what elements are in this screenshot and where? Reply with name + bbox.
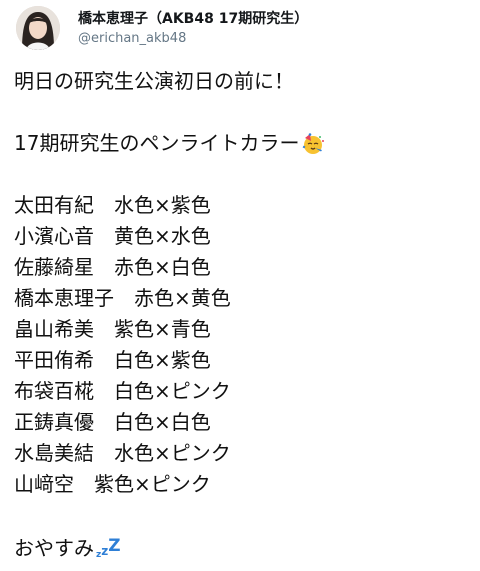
author-names: 橋本恵理子（AKB48 17期研究生） @erichan_akb48 bbox=[78, 10, 308, 47]
avatar-photo bbox=[16, 6, 60, 50]
penlight-colors: 白色×紫色 bbox=[114, 348, 211, 372]
member-spacer bbox=[94, 190, 114, 221]
member-spacer bbox=[94, 407, 114, 438]
member-name: 畠山希美 bbox=[14, 317, 94, 341]
member-name: 水島美結 bbox=[14, 441, 94, 465]
penlight-colors: 水色×紫色 bbox=[114, 193, 211, 217]
zzz-large: Z bbox=[108, 536, 121, 556]
member-spacer bbox=[94, 438, 114, 469]
member-row: 小濱心音 黄色×水色 bbox=[14, 221, 470, 252]
member-spacer bbox=[94, 345, 114, 376]
member-row: 正鋳真優 白色×白色 bbox=[14, 407, 470, 438]
penlight-colors: 紫色×ピンク bbox=[94, 472, 211, 496]
member-row: 布袋百椛 白色×ピンク bbox=[14, 376, 470, 407]
member-name: 橋本恵理子 bbox=[14, 286, 114, 310]
user-handle[interactable]: @erichan_akb48 bbox=[78, 30, 308, 47]
member-name: 小濱心音 bbox=[14, 224, 94, 248]
member-name: 平田侑希 bbox=[14, 348, 94, 372]
avatar[interactable] bbox=[16, 6, 60, 50]
member-spacer bbox=[114, 283, 134, 314]
member-name: 佐藤綺星 bbox=[14, 255, 94, 279]
penlight-colors: 水色×ピンク bbox=[114, 441, 231, 465]
tweet-line-intro: 明日の研究生公演初日の前に！ bbox=[14, 69, 294, 93]
member-name: 太田有紀 bbox=[14, 193, 94, 217]
penlight-colors: 紫色×青色 bbox=[114, 317, 211, 341]
tweet-text: 明日の研究生公演初日の前に！ 17期研究生のペンライトカラー 太田有紀 水色×紫… bbox=[14, 66, 470, 562]
penlight-colors: 赤色×黄色 bbox=[134, 286, 231, 310]
penlight-heading: 17期研究生のペンライトカラー bbox=[14, 131, 300, 155]
member-row: 平田侑希 白色×紫色 bbox=[14, 345, 470, 376]
member-list: 太田有紀 水色×紫色 小濱心音 黄色×水色 佐藤綺星 赤色×白色 橋本恵理子 赤色×黄… bbox=[14, 190, 470, 500]
member-row: 橋本恵理子 赤色×黄色 bbox=[14, 283, 470, 314]
penlight-colors: 白色×白色 bbox=[114, 410, 211, 434]
member-name: 山﨑空 bbox=[14, 472, 74, 496]
member-row: 山﨑空 紫色×ピンク bbox=[14, 469, 470, 500]
tweet-line-closing: おやすみ zzZ bbox=[14, 531, 470, 562]
penlight-colors: 黄色×水色 bbox=[114, 224, 211, 248]
member-row: 佐藤綺星 赤色×白色 bbox=[14, 252, 470, 283]
member-spacer bbox=[94, 376, 114, 407]
party-face-icon bbox=[301, 132, 325, 165]
member-name: 布袋百椛 bbox=[14, 379, 94, 403]
zzz-medium: z bbox=[101, 544, 109, 558]
member-row: 水島美結 水色×ピンク bbox=[14, 438, 470, 469]
sleeping-zzz-icon: zzZ bbox=[96, 531, 121, 571]
member-spacer bbox=[94, 252, 114, 283]
member-spacer bbox=[94, 221, 114, 252]
closing-text: おやすみ bbox=[14, 536, 94, 560]
member-row: 畠山希美 紫色×青色 bbox=[14, 314, 470, 345]
penlight-colors: 赤色×白色 bbox=[114, 255, 211, 279]
display-name[interactable]: 橋本恵理子（AKB48 17期研究生） bbox=[78, 10, 308, 28]
member-spacer bbox=[94, 314, 114, 345]
member-spacer bbox=[74, 469, 94, 500]
member-name: 正鋳真優 bbox=[14, 410, 94, 434]
member-row: 太田有紀 水色×紫色 bbox=[14, 190, 470, 221]
penlight-colors: 白色×ピンク bbox=[114, 379, 231, 403]
tweet-line-penlight: 17期研究生のペンライトカラー bbox=[14, 128, 470, 159]
tweet-header: 橋本恵理子（AKB48 17期研究生） @erichan_akb48 bbox=[0, 0, 480, 62]
